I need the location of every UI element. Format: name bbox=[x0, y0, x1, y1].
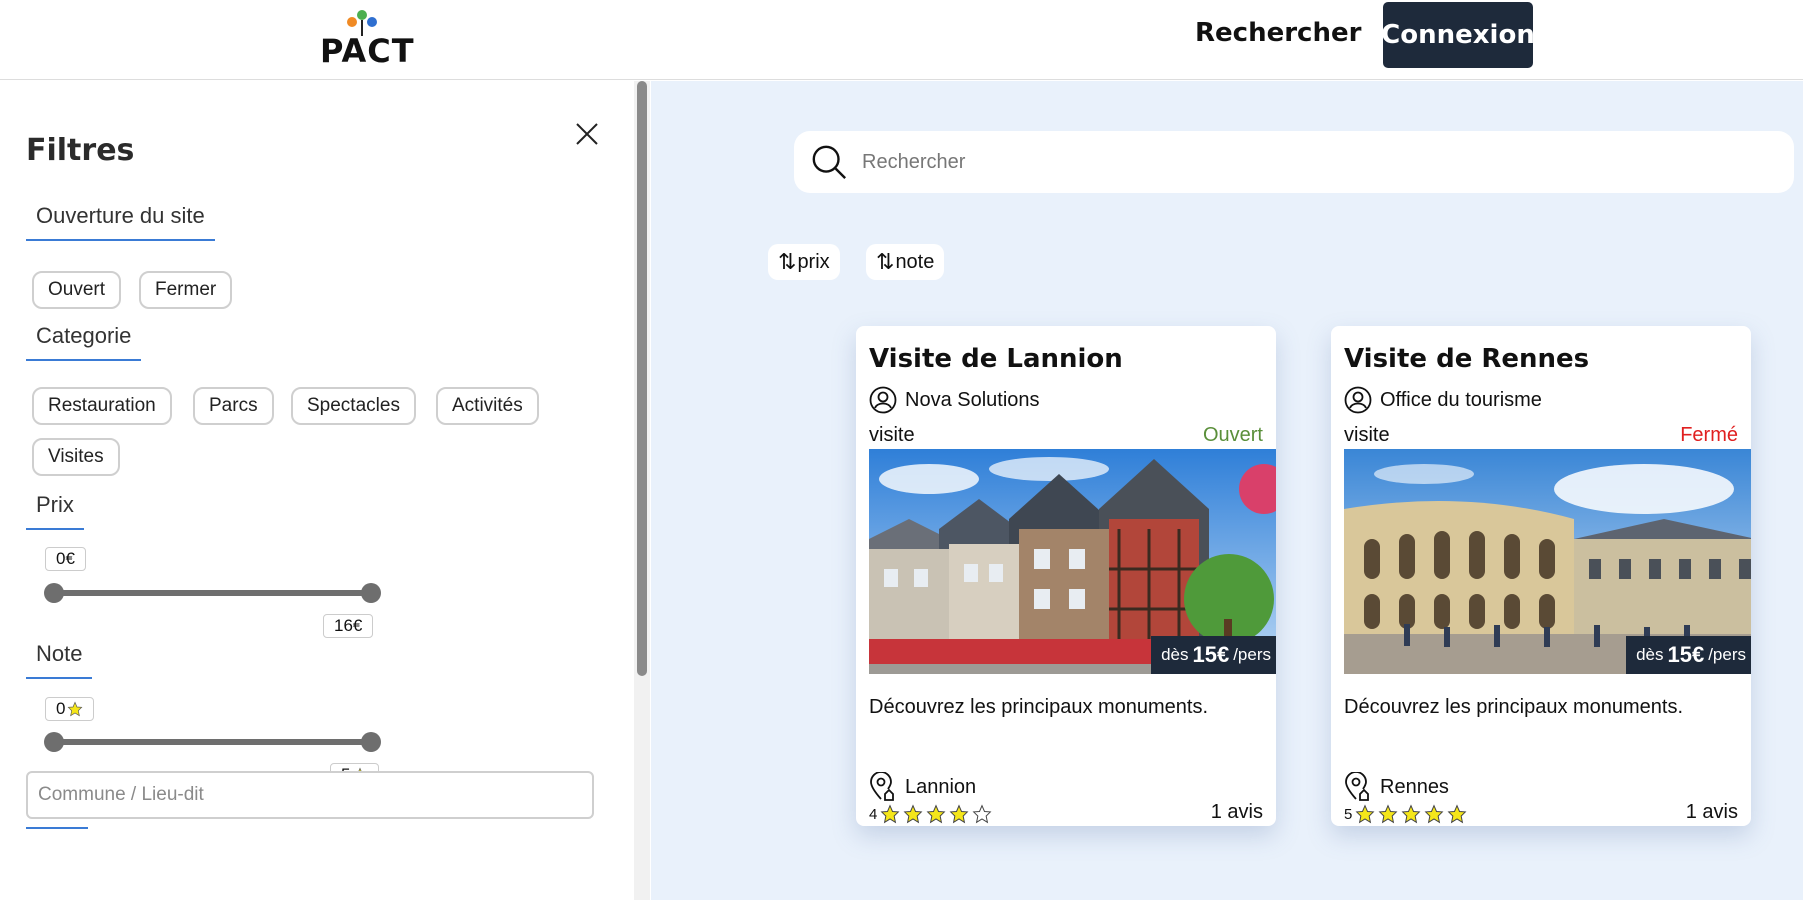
login-button[interactable]: Connexion bbox=[1381, 2, 1535, 68]
card-location: Rennes bbox=[1344, 772, 1449, 802]
user-icon bbox=[1344, 386, 1372, 414]
card-description: Découvrez les principaux monuments. bbox=[1344, 696, 1684, 718]
note-min-value: 0 bbox=[45, 697, 95, 721]
sidebar-scrollbar[interactable] bbox=[634, 81, 650, 900]
section-categorie-title: Categorie bbox=[26, 323, 142, 361]
user-icon bbox=[869, 386, 897, 414]
sort-arrows-icon: ⇅ bbox=[876, 249, 895, 274]
filters-sidebar: Filtres Ouverture du site Ouvert Fermer … bbox=[0, 81, 650, 900]
price-suffix: /pers bbox=[1233, 645, 1271, 664]
sort-note-button[interactable]: ⇅ note bbox=[866, 244, 945, 280]
card-title: Visite de Rennes bbox=[1344, 344, 1590, 374]
card-city-name: Lannion bbox=[905, 775, 977, 798]
star-filled-icon bbox=[1378, 804, 1398, 824]
sort-prix-label: prix bbox=[797, 250, 830, 273]
sidebar-scrollbar-thumb[interactable] bbox=[637, 81, 647, 676]
main-content: ⇅ prix ⇅ note Visite de Lannion Nova Sol… bbox=[651, 81, 1803, 900]
prix-slider-track bbox=[54, 590, 372, 596]
section-prix-title: Prix bbox=[26, 492, 84, 530]
card-image: dès 15€ /pers bbox=[869, 449, 1276, 674]
prix-slider-min-handle[interactable] bbox=[44, 583, 64, 603]
card-status: Ouvert bbox=[1202, 424, 1263, 446]
chip-spectacles[interactable]: Spectacles bbox=[291, 387, 416, 425]
pact-logo[interactable]: PACT bbox=[320, 8, 425, 70]
offer-card[interactable]: Visite de Rennes Office du tourisme visi… bbox=[1331, 326, 1751, 826]
price-value: 15€ bbox=[1192, 642, 1230, 667]
card-rating: 4 bbox=[869, 804, 992, 824]
price-prefix: dès bbox=[1636, 645, 1664, 664]
chip-ouvert[interactable]: Ouvert bbox=[32, 271, 122, 309]
card-type: visite bbox=[1344, 424, 1390, 446]
chip-activites[interactable]: Activités bbox=[436, 387, 539, 425]
card-status: Fermé bbox=[1680, 424, 1738, 446]
star-filled-icon bbox=[1401, 804, 1421, 824]
chip-visites[interactable]: Visites bbox=[32, 438, 120, 476]
sort-prix-button[interactable]: ⇅ prix bbox=[768, 244, 840, 280]
note-slider-max-handle[interactable] bbox=[361, 732, 381, 752]
card-city-name: Rennes bbox=[1380, 775, 1449, 798]
offer-card[interactable]: Visite de Lannion Nova Solutions visite … bbox=[856, 326, 1276, 826]
card-title: Visite de Lannion bbox=[869, 344, 1123, 374]
logo-text: PACT bbox=[320, 32, 415, 70]
star-filled-icon bbox=[926, 804, 946, 824]
search-icon bbox=[812, 145, 846, 179]
prix-min-value: 0€ bbox=[45, 547, 86, 571]
sort-arrows-icon: ⇅ bbox=[778, 249, 797, 274]
card-location: Lannion bbox=[869, 772, 976, 802]
location-pin-icon bbox=[1345, 772, 1369, 801]
lieu-input[interactable] bbox=[26, 771, 594, 819]
price-value: 15€ bbox=[1667, 642, 1705, 667]
card-reviews: 1 avis bbox=[1685, 801, 1738, 823]
chip-restauration[interactable]: Restauration bbox=[32, 387, 172, 425]
star-filled-icon bbox=[1355, 804, 1375, 824]
close-icon[interactable] bbox=[572, 119, 602, 149]
card-organization: Office du tourisme bbox=[1344, 386, 1542, 414]
note-slider-track bbox=[54, 739, 372, 745]
price-suffix: /pers bbox=[1708, 645, 1746, 664]
star-filled-icon bbox=[1447, 804, 1467, 824]
nav-search-link[interactable]: Rechercher bbox=[1195, 18, 1361, 48]
prix-slider-max-handle[interactable] bbox=[361, 583, 381, 603]
card-org-name: Nova Solutions bbox=[905, 388, 1040, 411]
star-filled-icon bbox=[949, 804, 969, 824]
star-filled-icon bbox=[1424, 804, 1444, 824]
chip-fermer[interactable]: Fermer bbox=[139, 271, 233, 309]
card-organization: Nova Solutions bbox=[869, 386, 1040, 414]
card-rating-value: 5 bbox=[1344, 805, 1353, 823]
note-slider-min-handle[interactable] bbox=[44, 732, 64, 752]
price-tag: dès 15€ /pers bbox=[1626, 636, 1751, 674]
card-rating-value: 4 bbox=[869, 805, 878, 823]
price-tag: dès 15€ /pers bbox=[1151, 636, 1276, 674]
chip-parcs[interactable]: Parcs bbox=[193, 387, 274, 425]
card-description: Découvrez les principaux monuments. bbox=[869, 696, 1209, 718]
star-filled-icon bbox=[903, 804, 923, 824]
search-bar[interactable] bbox=[794, 131, 1794, 193]
prix-max-value: 16€ bbox=[323, 614, 374, 638]
filters-title: Filtres bbox=[26, 133, 135, 168]
price-prefix: dès bbox=[1161, 645, 1189, 664]
star-empty-icon bbox=[972, 804, 992, 824]
card-type: visite bbox=[869, 424, 915, 446]
section-note-title: Note bbox=[26, 641, 93, 679]
note-min-label: 0 bbox=[56, 699, 66, 718]
card-image: dès 15€ /pers bbox=[1344, 449, 1751, 674]
card-reviews: 1 avis bbox=[1210, 801, 1263, 823]
sort-note-label: note bbox=[895, 250, 935, 273]
card-org-name: Office du tourisme bbox=[1380, 388, 1542, 411]
top-header: PACT Rechercher Connexion bbox=[0, 0, 1803, 80]
location-pin-icon bbox=[870, 772, 894, 801]
star-filled-icon bbox=[880, 804, 900, 824]
section-ouverture-title: Ouverture du site bbox=[26, 203, 215, 241]
search-input[interactable] bbox=[862, 131, 1762, 193]
star-icon bbox=[68, 701, 83, 717]
card-rating: 5 bbox=[1344, 804, 1467, 824]
